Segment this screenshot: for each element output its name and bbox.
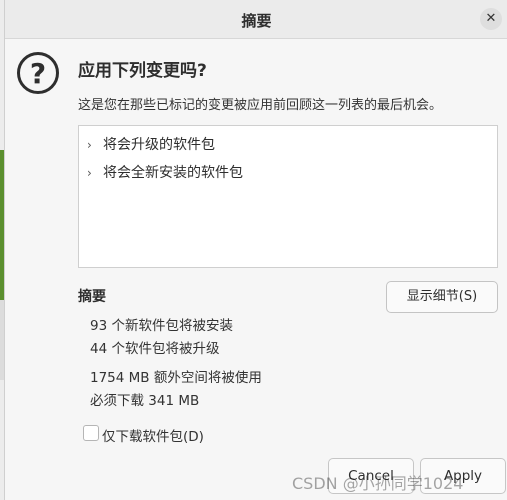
summary-upgraded-packages: 44 个软件包将被升级 bbox=[90, 341, 220, 357]
chevron-right-icon[interactable]: › bbox=[87, 166, 99, 180]
list-item-upgrade[interactable]: › 将会升级的软件包 bbox=[87, 134, 215, 154]
question-icon: ? bbox=[17, 52, 59, 94]
download-only-label[interactable]: 仅下载软件包(D) bbox=[102, 425, 204, 445]
list-item-label: 将会全新安装的软件包 bbox=[103, 165, 243, 181]
download-only-checkbox[interactable] bbox=[83, 425, 99, 441]
changes-list[interactable]: › 将会升级的软件包 › 将会全新安装的软件包 bbox=[78, 125, 498, 268]
close-button[interactable]: ✕ bbox=[480, 8, 502, 30]
dialog-heading: 应用下列变更吗? bbox=[78, 61, 207, 81]
summary-new-packages: 93 个新软件包将被安装 bbox=[90, 318, 233, 334]
titlebar: 摘要 ✕ bbox=[5, 0, 507, 39]
summary-download-size: 必须下载 341 MB bbox=[90, 393, 200, 409]
chevron-right-icon[interactable]: › bbox=[87, 138, 99, 152]
summary-dialog: 摘要 ✕ ? 应用下列变更吗? 这是您在那些已标记的变更被应用前回顾这一列表的最… bbox=[4, 0, 507, 500]
watermark-text: CSDN @小孙同学1024 bbox=[292, 474, 464, 493]
dialog-title: 摘要 bbox=[241, 12, 272, 30]
summary-disk-space: 1754 MB 额外空间将被使用 bbox=[90, 370, 262, 386]
show-details-button[interactable]: 显示细节(S) bbox=[386, 281, 498, 313]
summary-title: 摘要 bbox=[78, 289, 106, 305]
close-icon: ✕ bbox=[485, 11, 497, 26]
dialog-description: 这是您在那些已标记的变更被应用前回顾这一列表的最后机会。 bbox=[78, 98, 443, 113]
list-item-new-install[interactable]: › 将会全新安装的软件包 bbox=[87, 162, 243, 182]
list-item-label: 将会升级的软件包 bbox=[103, 137, 215, 153]
